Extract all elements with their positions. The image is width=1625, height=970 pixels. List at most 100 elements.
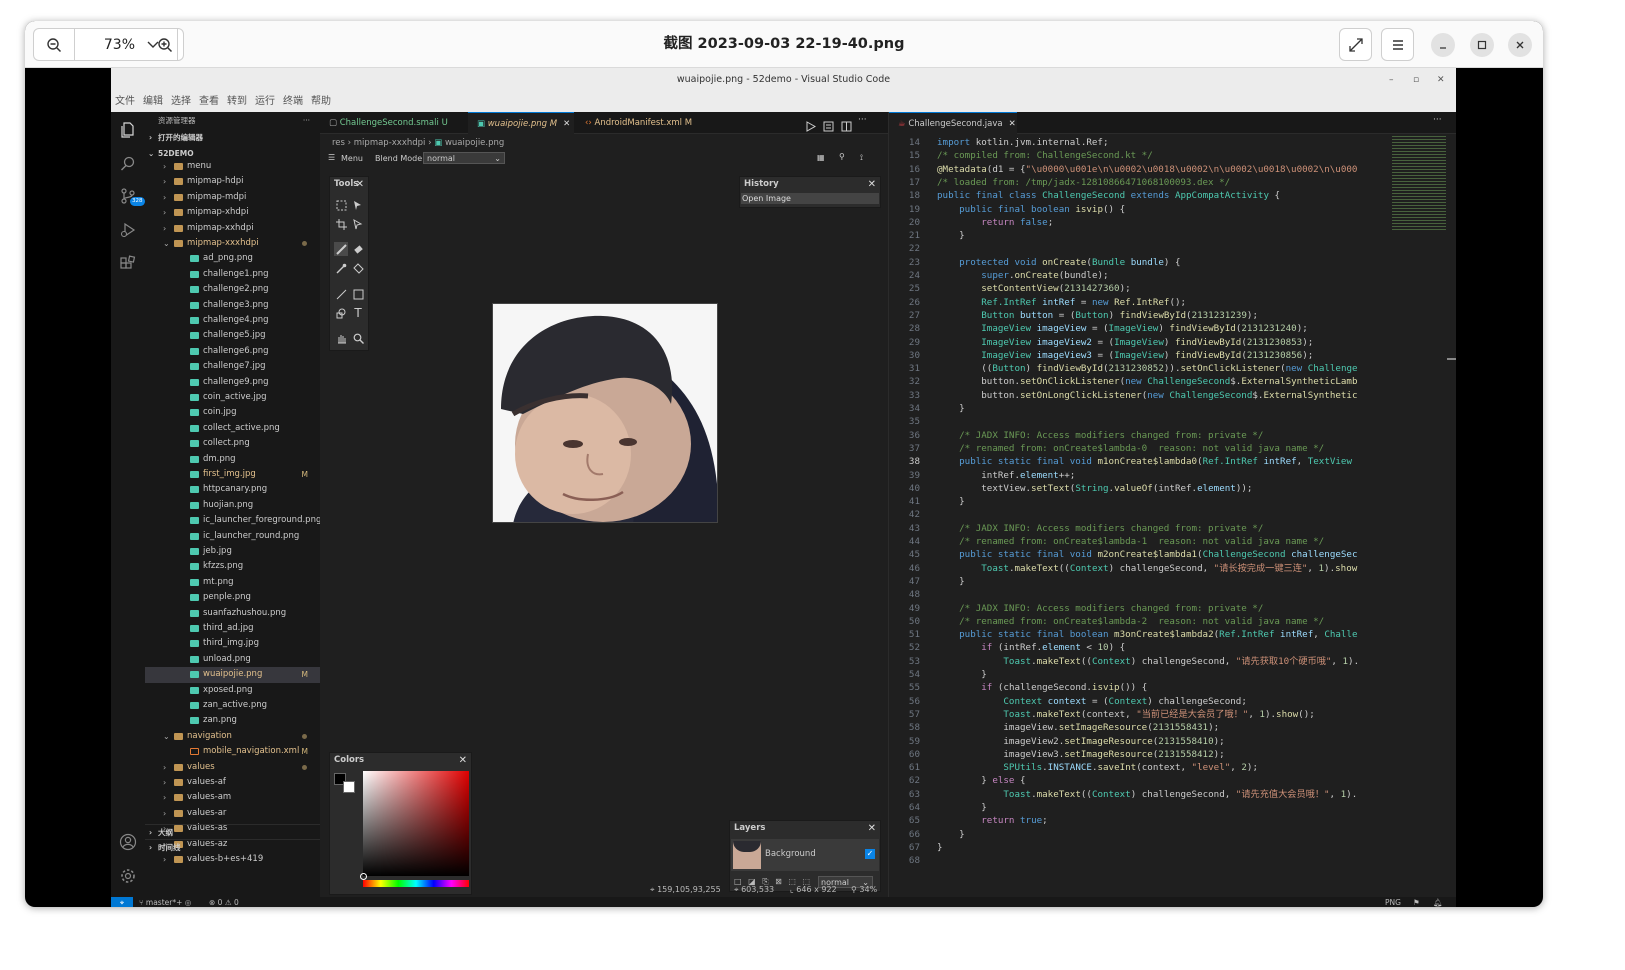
hand-icon[interactable] — [334, 331, 348, 345]
rect-select-icon[interactable] — [334, 198, 348, 212]
close-icon[interactable]: ✕ — [459, 753, 467, 768]
code-line[interactable]: ((Button) findViewById(2131230852)).setO… — [937, 362, 1357, 375]
code-line[interactable]: super.onCreate(bundle); — [937, 269, 1108, 282]
extensions-icon[interactable] — [118, 254, 138, 274]
run-icon[interactable] — [805, 117, 817, 136]
tree-item[interactable]: unload.png — [145, 652, 320, 667]
minimap[interactable] — [1392, 136, 1446, 231]
tree-item[interactable]: › mipmap-mdpi — [145, 190, 320, 205]
maximize-button[interactable] — [1470, 33, 1494, 57]
tree-item[interactable]: ic_launcher_round.png — [145, 529, 320, 544]
tree-item[interactable]: ad_png.png — [145, 251, 320, 266]
tree-item[interactable]: challenge6.png — [145, 344, 320, 359]
fullscreen-button[interactable] — [1339, 28, 1372, 61]
line-icon[interactable] — [334, 287, 348, 301]
saturation-picker[interactable] — [363, 771, 469, 876]
code-line[interactable]: ImageView imageView3 = (ImageView) findV… — [937, 349, 1313, 362]
tree-item[interactable]: › values — [145, 760, 320, 775]
open-editors-section[interactable]: › 打开的编辑器 — [145, 130, 320, 146]
tree-item[interactable]: challenge4.png — [145, 313, 320, 328]
move-select-icon[interactable] — [351, 198, 365, 212]
code-line[interactable]: button.setOnLongClickListener(new Challe… — [937, 389, 1357, 402]
tab-wuaipojie-png[interactable]: ▣ wuaipojie.png M ✕ — [468, 112, 574, 134]
layer-visibility-checkbox[interactable]: ✓ — [865, 849, 875, 859]
blend-mode-select[interactable]: normal ⌄ — [423, 152, 505, 164]
tree-item[interactable]: kfzzs.png — [145, 559, 320, 574]
explorer-icon[interactable] — [118, 120, 138, 140]
tree-item[interactable]: ic_launcher_foreground.png — [145, 513, 320, 528]
menu-edit[interactable]: 编辑 — [143, 92, 163, 112]
tree-item[interactable]: huojian.png — [145, 498, 320, 513]
code-line[interactable]: if (intRef.element < 10) { — [937, 641, 1125, 654]
code-line[interactable]: return true; — [937, 814, 1047, 827]
history-item[interactable]: Open Image — [741, 193, 879, 204]
account-icon[interactable] — [118, 832, 138, 852]
tree-item[interactable]: › values-am — [145, 790, 320, 805]
code-line[interactable]: Button button = (Button) findViewById(21… — [937, 309, 1258, 322]
code-line[interactable]: protected void onCreate(Bundle bundle) { — [937, 256, 1180, 269]
tree-item[interactable]: zan.png — [145, 713, 320, 728]
code-line[interactable]: /* JADX INFO: Access modifiers changed f… — [937, 522, 1263, 535]
code-line[interactable]: Context context = (Context) challengeSec… — [937, 695, 1246, 708]
menu-icon[interactable]: ☰ — [328, 153, 335, 162]
timeline-section[interactable]: › 时间线 — [145, 839, 320, 855]
minimize-button[interactable] — [1431, 33, 1455, 57]
menu-help[interactable]: 帮助 — [311, 92, 331, 112]
code-line[interactable]: imageView.setImageResource(2131558431); — [937, 721, 1219, 734]
code-line[interactable]: intRef.element++; — [937, 469, 1075, 482]
crop-icon[interactable] — [334, 217, 348, 231]
fill-icon[interactable] — [351, 261, 365, 275]
menu-terminal[interactable]: 终端 — [283, 92, 303, 112]
outline-section[interactable]: › 大纲 — [145, 824, 320, 840]
code-line[interactable]: return false; — [937, 216, 1053, 229]
tree-item[interactable]: challenge3.png — [145, 298, 320, 313]
breadcrumb-item[interactable]: wuaipojie.png — [445, 138, 504, 148]
close-icon[interactable]: ✕ — [868, 177, 876, 192]
tree-item[interactable]: › mipmap-hdpi — [145, 174, 320, 189]
code-line[interactable]: SPUtils.INSTANCE.saveInt(context, "level… — [937, 761, 1258, 774]
code-line[interactable]: } — [937, 229, 965, 242]
code-line[interactable]: Toast.makeText((Context) challengeSecond… — [937, 788, 1357, 801]
code-line[interactable]: @Metadata(d1 = {"\u0000\u001e\n\u0002\u0… — [937, 163, 1357, 176]
close-icon[interactable]: ✕ — [868, 821, 876, 836]
compare-icon[interactable] — [823, 117, 834, 136]
magnify-icon[interactable] — [351, 331, 365, 345]
code-line[interactable]: if (challengeSecond.isvip()) { — [937, 681, 1147, 694]
secondary-color-swatch[interactable] — [343, 781, 355, 793]
branch-indicator[interactable]: ⑂ master*+ ◎ — [139, 897, 191, 907]
code-line[interactable]: imageView2.setImageResource(2131558410); — [937, 735, 1224, 748]
tree-item[interactable]: challenge2.png — [145, 282, 320, 297]
tree-item[interactable]: coin.jpg — [145, 405, 320, 420]
code-line[interactable]: public final boolean isvip() { — [937, 203, 1125, 216]
problems-indicator[interactable]: ⊗ 0 ⚠ 0 — [209, 897, 239, 907]
tree-item[interactable]: xposed.png — [145, 683, 320, 698]
paint-menu-label[interactable]: Menu — [341, 154, 363, 163]
more-actions-icon[interactable]: ··· — [303, 112, 310, 130]
code-line[interactable]: } — [937, 828, 965, 841]
tree-item[interactable]: challenge9.png — [145, 375, 320, 390]
more-actions-icon[interactable]: ··· — [1433, 115, 1442, 125]
breadcrumb-item[interactable]: res — [332, 138, 345, 148]
main-menu-button[interactable] — [1381, 28, 1414, 61]
tab-challengesecond-java[interactable]: ☕ ChallengeSecond.java ✕ — [889, 112, 1017, 134]
code-line[interactable]: } — [937, 575, 965, 588]
rectangle-icon[interactable] — [351, 287, 365, 301]
tree-item[interactable]: › menu — [145, 159, 320, 174]
code-line[interactable]: /* renamed from: onCreate$lambda-2 reaso… — [937, 615, 1324, 628]
code-line[interactable]: textView.setText(String.valueOf(intRef.e… — [937, 482, 1252, 495]
code-line[interactable]: } — [937, 495, 965, 508]
tree-item[interactable]: mt.png — [145, 575, 320, 590]
tree-item[interactable]: third_img.jpg — [145, 636, 320, 651]
code-line[interactable]: /* renamed from: onCreate$lambda-0 reaso… — [937, 442, 1324, 455]
code-line[interactable]: ImageView imageView2 = (ImageView) findV… — [937, 336, 1313, 349]
brush-icon[interactable] — [334, 242, 348, 256]
tree-item[interactable]: dm.png — [145, 452, 320, 467]
code-line[interactable]: Toast.makeText((Context) challengeSecond… — [937, 562, 1357, 575]
tab-challengesecond-smali[interactable]: ▢ ChallengeSecond.smali U — [320, 112, 468, 134]
pointer-icon[interactable] — [351, 217, 365, 231]
layer-row-background[interactable]: Background ✓ — [731, 839, 879, 871]
menu-run[interactable]: 运行 — [255, 92, 275, 112]
tree-item[interactable]: › values-ar — [145, 806, 320, 821]
search-icon[interactable] — [118, 154, 138, 174]
code-line[interactable]: public final class ChallengeSecond exten… — [937, 189, 1280, 202]
